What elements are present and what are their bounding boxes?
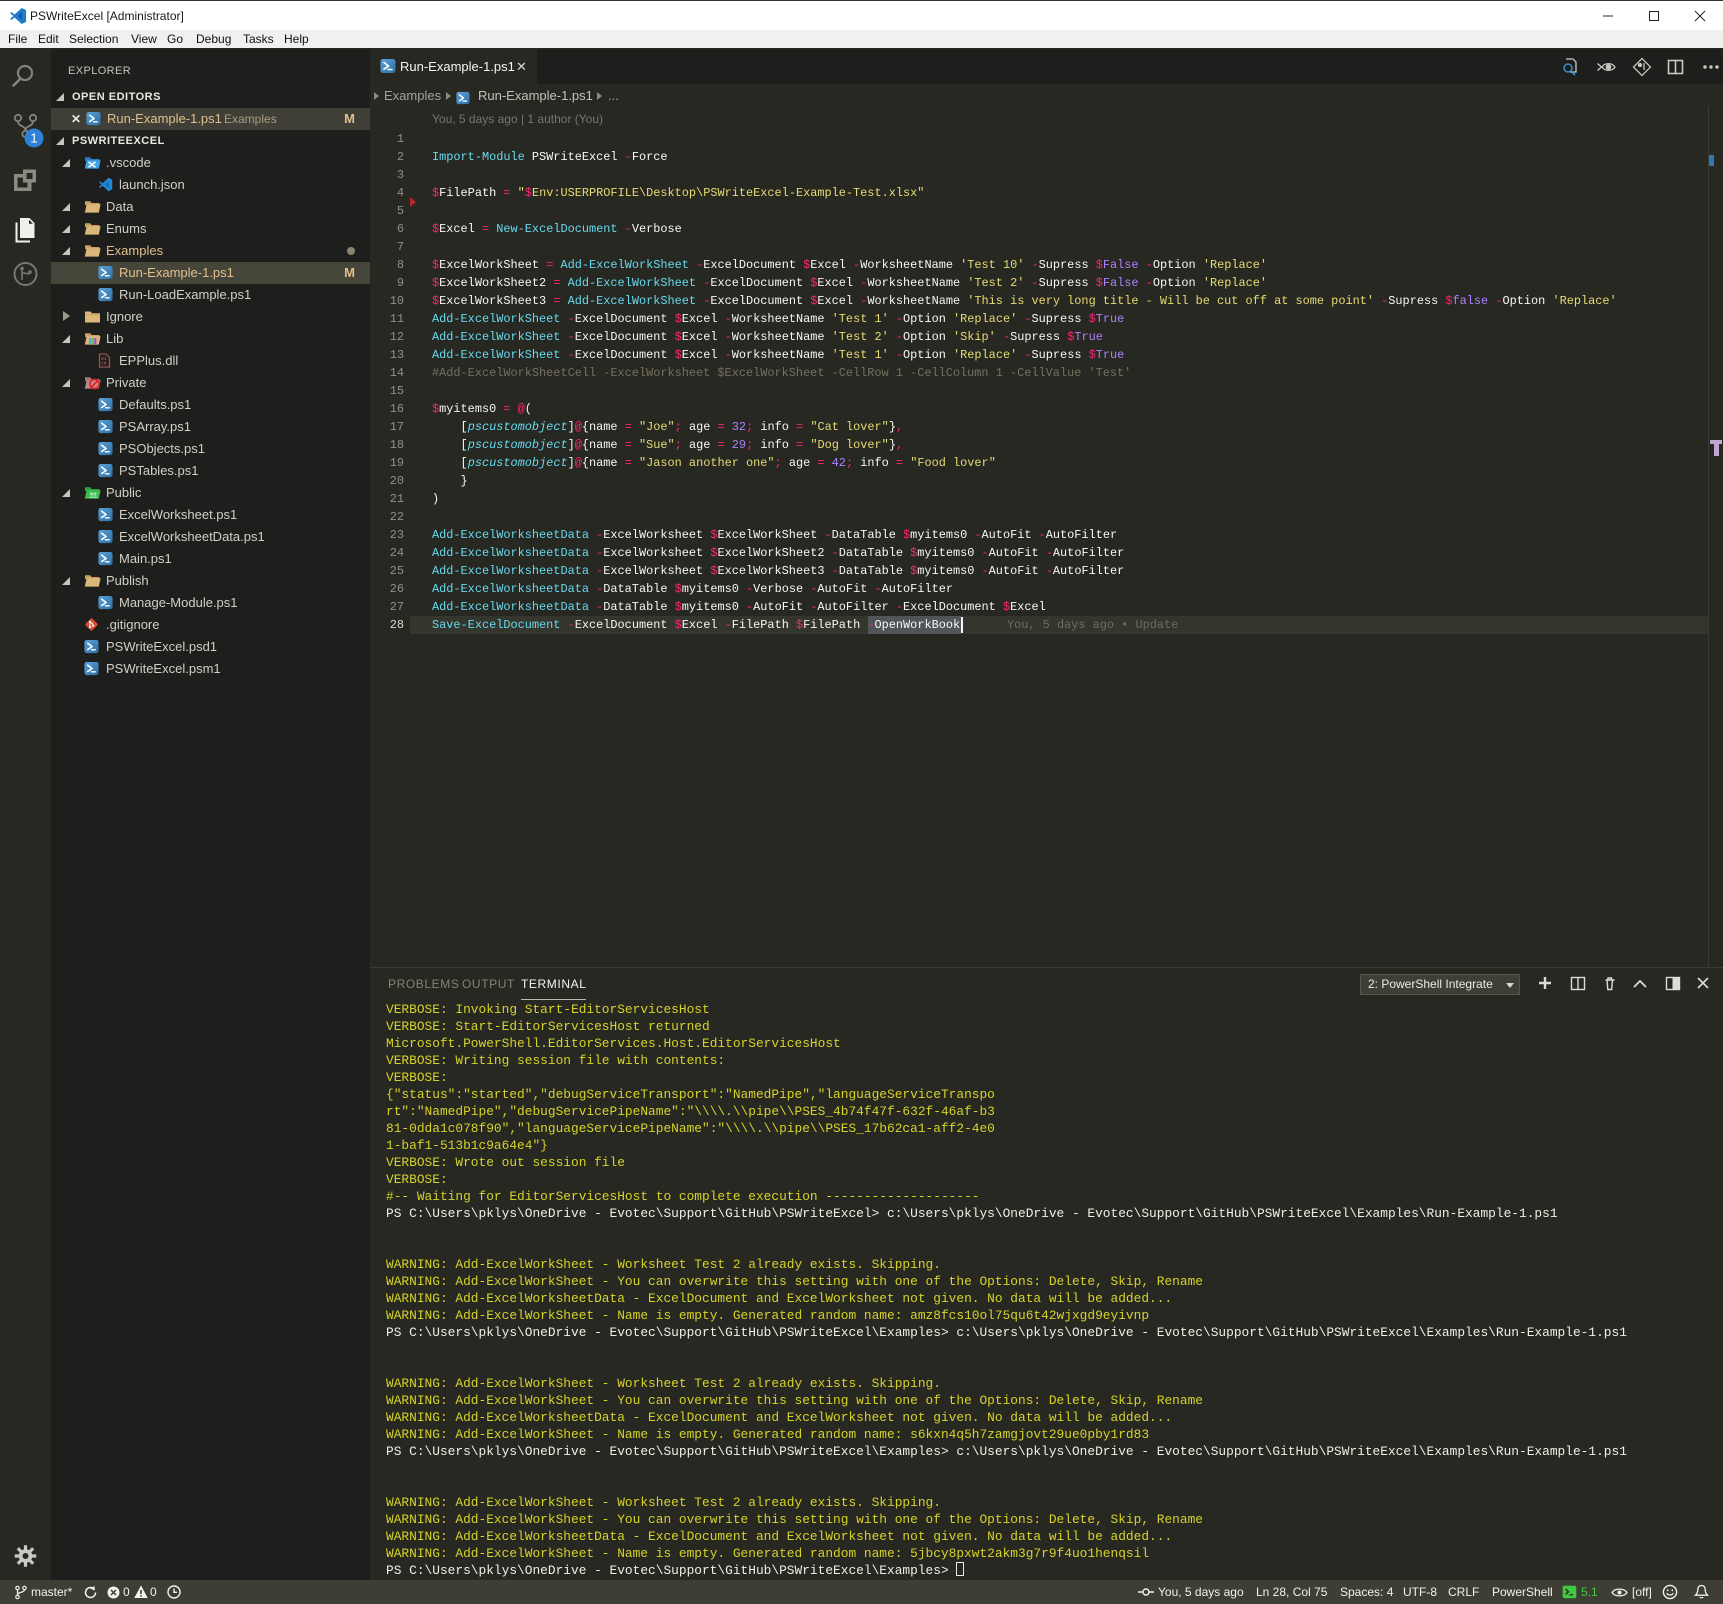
svg-text:10: 10	[101, 361, 107, 367]
svg-text:1: 1	[30, 131, 37, 146]
